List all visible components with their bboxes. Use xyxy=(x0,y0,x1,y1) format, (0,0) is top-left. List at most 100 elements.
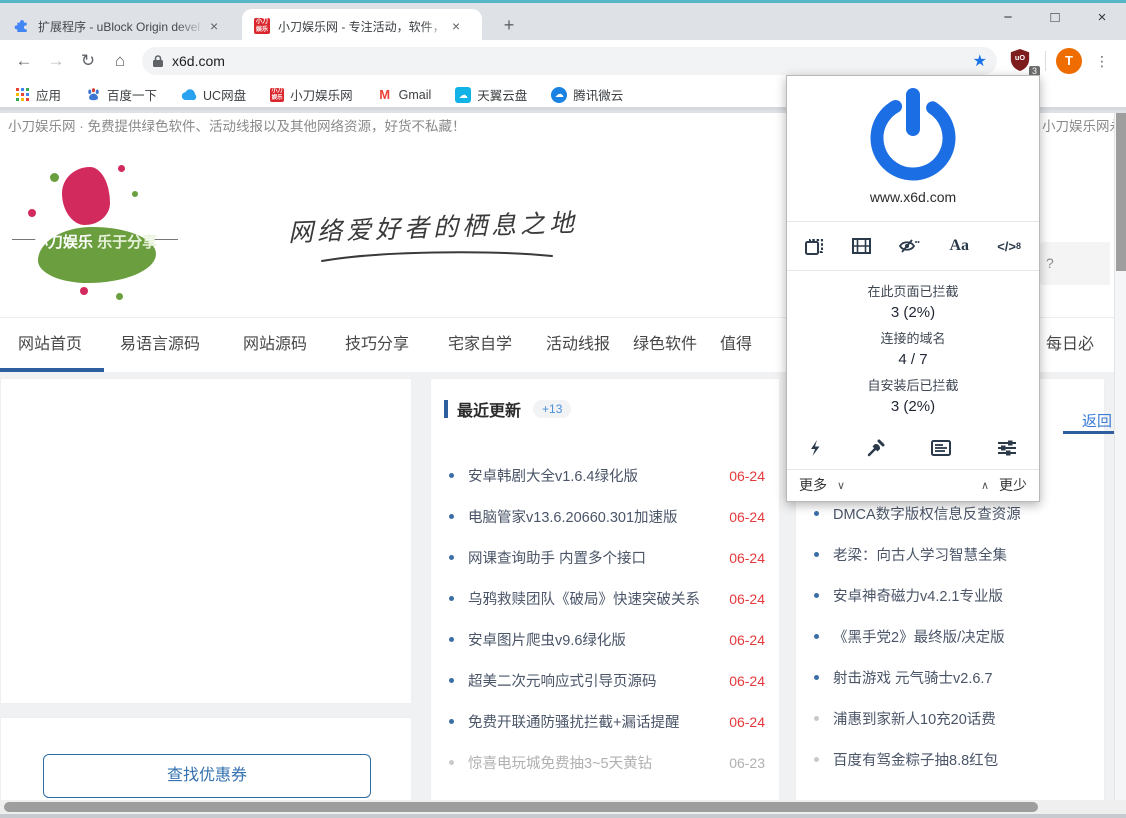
back-icon[interactable]: ← xyxy=(8,45,40,77)
list-item[interactable]: 电脑管家v13.6.20660.301加速版 06-24 xyxy=(431,496,779,537)
element-picker-icon[interactable] xyxy=(867,439,885,457)
vertical-scrollbar[interactable] xyxy=(1114,113,1126,800)
bookmark-label: 小刀娱乐网 xyxy=(290,85,353,104)
list-item[interactable]: 《黑手党2》最终版/决定版 xyxy=(796,616,1104,657)
list-item-title[interactable]: 超美二次元响应式引导页源码 xyxy=(468,670,721,691)
vertical-scrollbar-thumb[interactable] xyxy=(1116,113,1126,271)
list-item-title[interactable]: 安卓神奇磁力v4.2.1专业版 xyxy=(833,585,1090,606)
ublock-extension-icon[interactable]: uO 3 xyxy=(1009,48,1035,74)
chevron-up-icon[interactable]: ∧ xyxy=(981,479,989,492)
recent-count-badge: +13 xyxy=(533,400,571,418)
back-link[interactable]: 返回 xyxy=(1082,410,1112,431)
list-item-title[interactable]: 安卓图片爬虫v9.6绿化版 xyxy=(468,629,721,650)
chevron-down-icon[interactable]: ∨ xyxy=(837,479,845,492)
nav-item-daily[interactable]: 每日必 xyxy=(1046,318,1094,372)
bookmark-uc-pan[interactable]: UC网盘 xyxy=(181,85,246,104)
weiyun-cloud-icon: ☁ xyxy=(551,87,567,103)
list-item[interactable]: 百度有驾金粽子抽8.8红包 xyxy=(796,739,1104,780)
more-button[interactable]: 更多 xyxy=(799,475,827,495)
list-item[interactable]: 浦惠到家新人10充20话费 xyxy=(796,698,1104,739)
cosmetic-filtering-toggle-icon[interactable] xyxy=(899,238,921,254)
list-item[interactable]: 超美二次元响应式引导页源码 06-24 xyxy=(431,660,779,701)
close-icon[interactable]: × xyxy=(210,18,218,34)
nav-item-home[interactable]: 网站首页 xyxy=(18,318,82,372)
scripting-toggle-icon[interactable]: </>8 xyxy=(997,239,1021,254)
kebab-menu-icon[interactable]: ⋮ xyxy=(1092,53,1112,70)
popups-toggle-icon[interactable] xyxy=(805,238,824,255)
list-item[interactable]: 安卓图片爬虫v9.6绿化版 06-24 xyxy=(431,619,779,660)
settings-sliders-icon[interactable] xyxy=(997,440,1017,456)
power-button-icon[interactable] xyxy=(863,82,963,186)
nav-item-source[interactable]: 网站源码 xyxy=(243,318,307,372)
bookmark-star-icon[interactable]: ★ xyxy=(973,51,987,71)
bullet-dot xyxy=(449,637,454,642)
tab-xiaodao-site[interactable]: 小刀娱乐 小刀娱乐网 - 专注活动，软件， × xyxy=(242,9,482,43)
list-item[interactable]: 安卓神奇磁力v4.2.1专业版 xyxy=(796,575,1104,616)
nav-item-events[interactable]: 活动线报 xyxy=(546,318,610,372)
list-item[interactable]: 网课查询助手 内置多个接口 06-24 xyxy=(431,537,779,578)
list-item-title[interactable]: 射击游戏 元气骑士v2.6.7 xyxy=(833,667,1090,688)
avatar[interactable]: T xyxy=(1056,48,1082,74)
list-item-title[interactable]: 安卓韩剧大全v1.6.4绿化版 xyxy=(468,465,721,486)
nav-item-study[interactable]: 宅家自学 xyxy=(448,318,512,372)
nav-item-tips[interactable]: 技巧分享 xyxy=(345,318,409,372)
list-item[interactable]: 惊喜电玩城免费抽3~5天黄钻 06-23 xyxy=(431,742,779,783)
maximize-button[interactable]: □ xyxy=(1032,3,1078,35)
reload-icon[interactable]: ↻ xyxy=(72,45,104,77)
stat-value: 3 (2%) xyxy=(787,302,1039,323)
search-box-partial[interactable]: ? xyxy=(1040,242,1110,285)
horizontal-scrollbar-thumb[interactable] xyxy=(4,802,1038,812)
bookmark-label: 腾讯微云 xyxy=(573,85,623,104)
bookmark-baidu[interactable]: 百度一下 xyxy=(85,85,157,104)
nav-item-yuyan[interactable]: 易语言源码 xyxy=(120,318,200,372)
find-coupon-button[interactable]: 查找优惠券 xyxy=(43,754,371,798)
bookmark-gmail[interactable]: M Gmail xyxy=(377,87,432,103)
list-item[interactable]: 射击游戏 元气骑士v2.6.7 xyxy=(796,657,1104,698)
list-item-title[interactable]: DMCA数字版权信息反查资源 xyxy=(833,503,1090,524)
large-media-toggle-icon[interactable] xyxy=(852,238,871,254)
tab-extensions[interactable]: 扩展程序 - uBlock Origin devel × xyxy=(14,13,240,39)
list-item-date: 06-24 xyxy=(729,468,765,484)
site-logo[interactable]: 小刀娱乐 乐于分享 xyxy=(20,165,170,305)
bookmark-apps[interactable]: 应用 xyxy=(14,85,61,104)
title-bar: 扩展程序 - uBlock Origin devel × 小刀娱乐 小刀娱乐网 … xyxy=(0,0,1126,40)
close-window-button[interactable]: × xyxy=(1079,3,1125,35)
nav-item-software[interactable]: 绿色软件 xyxy=(633,318,697,372)
home-icon[interactable]: ⌂ xyxy=(104,45,136,77)
horizontal-scrollbar[interactable] xyxy=(0,800,1126,814)
bookmark-label: Gmail xyxy=(399,88,432,102)
list-item[interactable]: 乌鸦救赎团队《破局》快速突破关系 06-24 xyxy=(431,578,779,619)
address-bar[interactable]: x6d.com ★ xyxy=(142,47,997,75)
nav-item-worth[interactable]: 值得 xyxy=(720,318,752,372)
list-item-title[interactable]: 乌鸦救赎团队《破局》快速突破关系 xyxy=(468,588,721,609)
list-item[interactable]: 安卓韩剧大全v1.6.4绿化版 06-24 xyxy=(431,455,779,496)
bookmark-tianyi[interactable]: ☁ 天翼云盘 xyxy=(455,85,527,104)
list-item-title[interactable]: 电脑管家v13.6.20660.301加速版 xyxy=(468,506,721,527)
forward-icon[interactable]: → xyxy=(40,45,72,77)
list-item-title[interactable]: 浦惠到家新人10充20话费 xyxy=(833,708,1090,729)
list-item[interactable]: 免费开联通防骚扰拦截+漏话提醒 06-24 xyxy=(431,701,779,742)
list-item-title[interactable]: 惊喜电玩城免费抽3~5天黄钻 xyxy=(468,752,721,773)
xiaodao-icon: 小刀娱乐 xyxy=(270,88,284,102)
list-item-title[interactable]: 百度有驾金粽子抽8.8红包 xyxy=(833,749,1090,770)
apps-grid-icon xyxy=(14,87,30,103)
bookmark-weiyun[interactable]: ☁ 腾讯微云 xyxy=(551,85,623,104)
minimize-button[interactable]: − xyxy=(985,3,1031,35)
new-tab-button[interactable]: + xyxy=(496,13,522,39)
remote-fonts-toggle-icon[interactable]: Aa xyxy=(949,237,969,255)
list-item-title[interactable]: 网课查询助手 内置多个接口 xyxy=(468,547,721,568)
empty-content-panel xyxy=(0,378,412,704)
list-item-title[interactable]: 《黑手党2》最终版/决定版 xyxy=(833,626,1090,647)
close-icon[interactable]: × xyxy=(452,18,460,34)
popup-tool-row: Aa </>8 xyxy=(787,221,1039,271)
list-item[interactable]: 老梁：向古人学习智慧全集 xyxy=(796,534,1104,575)
element-zapper-icon[interactable] xyxy=(809,439,821,457)
less-button[interactable]: 更少 xyxy=(999,475,1027,495)
list-item-title[interactable]: 免费开联通防骚扰拦截+漏话提醒 xyxy=(468,711,721,732)
uc-cloud-icon xyxy=(181,87,197,103)
bullet-dot xyxy=(449,596,454,601)
logger-icon[interactable] xyxy=(931,440,951,456)
bookmark-xiaodao[interactable]: 小刀娱乐 小刀娱乐网 xyxy=(270,85,353,104)
list-item-title[interactable]: 老梁：向古人学习智慧全集 xyxy=(833,544,1090,565)
bullet-dot xyxy=(814,675,819,680)
